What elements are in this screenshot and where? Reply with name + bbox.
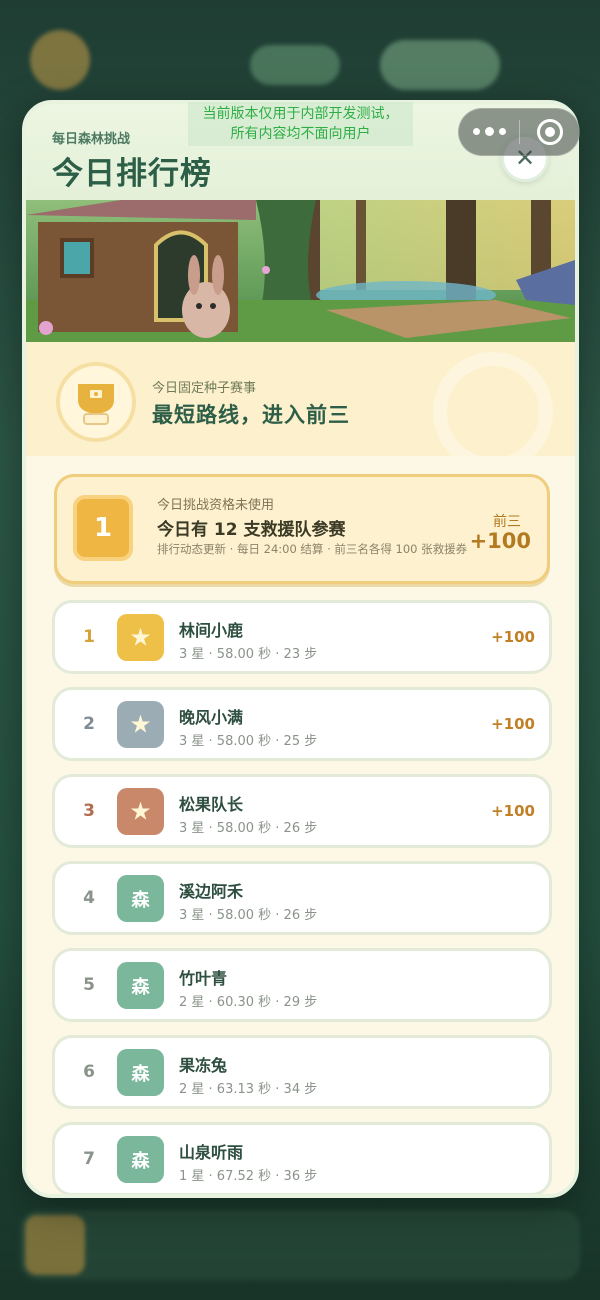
rank-row[interactable]: 1 林间小鹿 3 星 · 58.00 秒 · 23 步 +100	[52, 600, 552, 674]
rank-row[interactable]: 6 森 果冻兔 2 星 · 63.13 秒 · 34 步	[52, 1035, 552, 1109]
star-icon	[130, 627, 151, 646]
target-circle-icon[interactable]	[520, 119, 579, 145]
rank-list: 1 林间小鹿 3 星 · 58.00 秒 · 23 步 +100 2 晚风小满 …	[52, 600, 552, 1194]
background-row	[20, 1210, 580, 1280]
more-dots-icon[interactable]	[459, 127, 519, 136]
player-name: 晚风小满	[179, 708, 244, 727]
player-avatar: 森	[117, 875, 164, 922]
modal-subtitle: 每日森林挑战	[52, 132, 131, 147]
dev-notice-line-2: 所有内容均不面向用户	[230, 126, 371, 142]
background-pill	[250, 45, 340, 85]
rank-row[interactable]: 3 松果队长 3 星 · 58.00 秒 · 26 步 +100	[52, 774, 552, 848]
trophy-icon	[56, 362, 136, 442]
modal-title: 今日排行榜	[52, 156, 212, 192]
challenge-note: 排行动态更新 · 每日 24:00 结算 · 前三名各得 100 张救援券	[157, 542, 468, 556]
player-reward: +100	[491, 802, 535, 820]
player-avatar	[117, 701, 164, 748]
challenge-reward-label: 前三	[493, 514, 521, 530]
player-avatar	[117, 788, 164, 835]
player-name: 松果队长	[179, 795, 244, 814]
dev-notice: 当前版本仅用于内部开发测试， 所有内容均不面向用户	[188, 102, 413, 146]
player-stats: 3 星 · 58.00 秒 · 25 步	[179, 734, 318, 749]
player-reward: +100	[491, 715, 535, 733]
decorative-ring	[433, 352, 553, 456]
player-stats: 3 星 · 58.00 秒 · 26 步	[179, 908, 318, 923]
player-name: 林间小鹿	[179, 621, 244, 640]
background-avatar	[25, 1215, 85, 1275]
player-stats: 3 星 · 58.00 秒 · 26 步	[179, 821, 318, 836]
player-avatar: 森	[117, 1049, 164, 1096]
player-stats: 2 星 · 63.13 秒 · 34 步	[179, 1082, 318, 1097]
forest-banner-illustration	[26, 200, 575, 342]
rank-row[interactable]: 2 晚风小满 3 星 · 58.00 秒 · 25 步 +100	[52, 687, 552, 761]
rank-row[interactable]: 7 森 山泉听雨 1 星 · 67.52 秒 · 36 步	[52, 1122, 552, 1194]
challenge-reward-value: +100	[469, 529, 531, 553]
rank-number: 1	[83, 627, 95, 647]
rank-number: 6	[83, 1062, 95, 1082]
rank-number: 4	[83, 888, 95, 908]
background-avatar	[30, 30, 90, 90]
my-challenge-card[interactable]: 1 今日挑战资格未使用 今日有 12 支救援队参赛 排行动态更新 · 每日 24…	[54, 474, 550, 584]
player-avatar: 森	[117, 962, 164, 1009]
star-icon	[130, 801, 151, 820]
leaderboard-modal: 每日森林挑战 今日排行榜 ✕ 今日固定种子赛事 最短路线，进入前三 1 今日挑战…	[22, 100, 579, 1198]
rank-row[interactable]: 5 森 竹叶青 2 星 · 60.30 秒 · 29 步	[52, 948, 552, 1022]
challenge-count-badge: 1	[73, 495, 133, 561]
dev-notice-line-1: 当前版本仅用于内部开发测试，	[202, 106, 399, 122]
player-name: 果冻兔	[179, 1056, 228, 1075]
player-stats: 3 星 · 58.00 秒 · 23 步	[179, 647, 318, 662]
player-avatar	[117, 614, 164, 661]
miniprogram-capsule	[458, 108, 580, 156]
player-name: 山泉听雨	[179, 1143, 244, 1162]
challenge-status-label: 今日挑战资格未使用	[157, 498, 275, 513]
challenge-title: 今日有 12 支救援队参赛	[157, 520, 346, 540]
player-name: 溪边阿禾	[179, 882, 244, 901]
rank-number: 5	[83, 975, 95, 995]
player-stats: 2 星 · 60.30 秒 · 29 步	[179, 995, 318, 1010]
rank-number: 7	[83, 1149, 95, 1169]
background-pill	[380, 40, 500, 90]
player-stats: 1 星 · 67.52 秒 · 36 步	[179, 1169, 318, 1184]
seed-event-section: 今日固定种子赛事 最短路线，进入前三	[26, 342, 575, 456]
rank-row[interactable]: 4 森 溪边阿禾 3 星 · 58.00 秒 · 26 步	[52, 861, 552, 935]
player-name: 竹叶青	[179, 969, 228, 988]
star-icon	[130, 714, 151, 733]
player-reward: +100	[491, 628, 535, 646]
player-avatar: 森	[117, 1136, 164, 1183]
seed-event-label: 今日固定种子赛事	[152, 381, 257, 396]
rank-number: 2	[83, 714, 95, 734]
rank-number: 3	[83, 801, 95, 821]
seed-event-title: 最短路线，进入前三	[152, 403, 350, 427]
